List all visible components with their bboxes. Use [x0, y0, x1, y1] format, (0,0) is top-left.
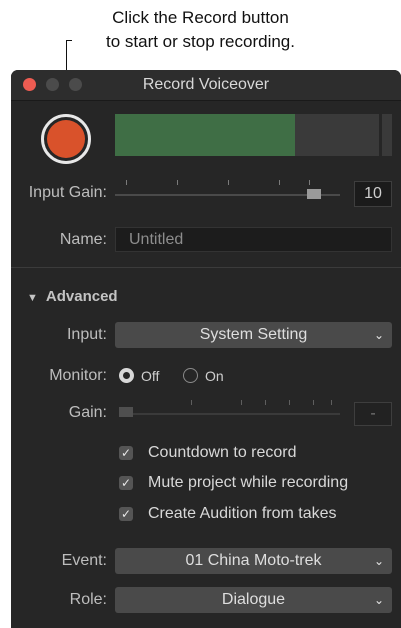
slider-tick — [191, 400, 192, 405]
event-popup[interactable]: 01 China Moto-trek ⌄ — [115, 548, 392, 574]
role-value: Dialogue — [221, 591, 286, 608]
disclosure-triangle-icon: ▼ — [27, 292, 38, 304]
name-label: Name: — [59, 231, 107, 248]
record-icon — [47, 120, 85, 158]
slider-tick — [331, 400, 332, 405]
monitor-off-radio[interactable] — [119, 368, 134, 383]
role-label: Role: — [69, 591, 107, 608]
slider-tick — [241, 400, 242, 405]
callout-line-2: to start or stop recording. — [106, 32, 295, 51]
audio-peak-meter — [382, 114, 392, 156]
advanced-label: Advanced — [45, 288, 118, 305]
monitor-on-label[interactable]: On — [205, 368, 224, 384]
gain-label: Gain: — [68, 404, 107, 421]
input-value: System Setting — [199, 326, 308, 343]
input-gain-label: Input Gain: — [28, 184, 107, 201]
event-label: Event: — [61, 552, 107, 569]
slider-tick — [279, 180, 280, 185]
slider-tick — [177, 180, 178, 185]
callout-text: Click the Record button to start or stop… — [0, 6, 401, 54]
event-value: 01 China Moto-trek — [185, 552, 322, 569]
slider-tick — [126, 180, 127, 185]
monitor-off-label[interactable]: Off — [141, 368, 159, 384]
name-field[interactable]: Untitled — [115, 227, 392, 252]
mute-project-label[interactable]: Mute project while recording — [148, 474, 348, 492]
record-button[interactable] — [41, 114, 91, 164]
title-bar: Record Voiceover — [11, 70, 401, 101]
record-voiceover-window: Record Voiceover Input Gain: 10 Name: Un… — [11, 70, 401, 628]
input-popup[interactable]: System Setting ⌄ — [115, 322, 392, 348]
chevron-down-icon: ⌄ — [373, 554, 384, 568]
gain-value[interactable]: - — [354, 402, 392, 426]
slider-tick — [265, 400, 266, 405]
slider-tick — [228, 180, 229, 185]
create-audition-checkbox[interactable]: ✓ — [119, 507, 133, 521]
callout-pointer-tick — [66, 40, 72, 41]
mute-project-checkbox[interactable]: ✓ — [119, 476, 133, 490]
input-gain-value[interactable]: 10 — [354, 181, 392, 207]
slider-tick — [309, 180, 310, 185]
audio-level-meter — [115, 114, 379, 156]
divider — [11, 267, 401, 268]
countdown-checkbox[interactable]: ✓ — [119, 446, 133, 460]
chevron-down-icon: ⌄ — [373, 593, 384, 607]
window-title: Record Voiceover — [142, 76, 270, 93]
countdown-label[interactable]: Countdown to record — [148, 444, 297, 462]
audio-level-fill — [115, 114, 295, 156]
chevron-down-icon: ⌄ — [373, 328, 384, 342]
slider-tick — [289, 400, 290, 405]
slider-tick — [313, 400, 314, 405]
monitor-label: Monitor: — [49, 367, 107, 384]
gain-knob[interactable] — [119, 407, 133, 417]
input-gain-knob[interactable] — [307, 189, 321, 199]
advanced-disclosure[interactable]: ▼ Advanced — [27, 288, 118, 305]
role-popup[interactable]: Dialogue ⌄ — [115, 587, 392, 613]
callout-line-1: Click the Record button — [112, 8, 289, 27]
gain-track — [119, 413, 340, 415]
create-audition-label[interactable]: Create Audition from takes — [148, 505, 337, 523]
input-label: Input: — [66, 326, 107, 343]
monitor-on-radio[interactable] — [183, 368, 198, 383]
